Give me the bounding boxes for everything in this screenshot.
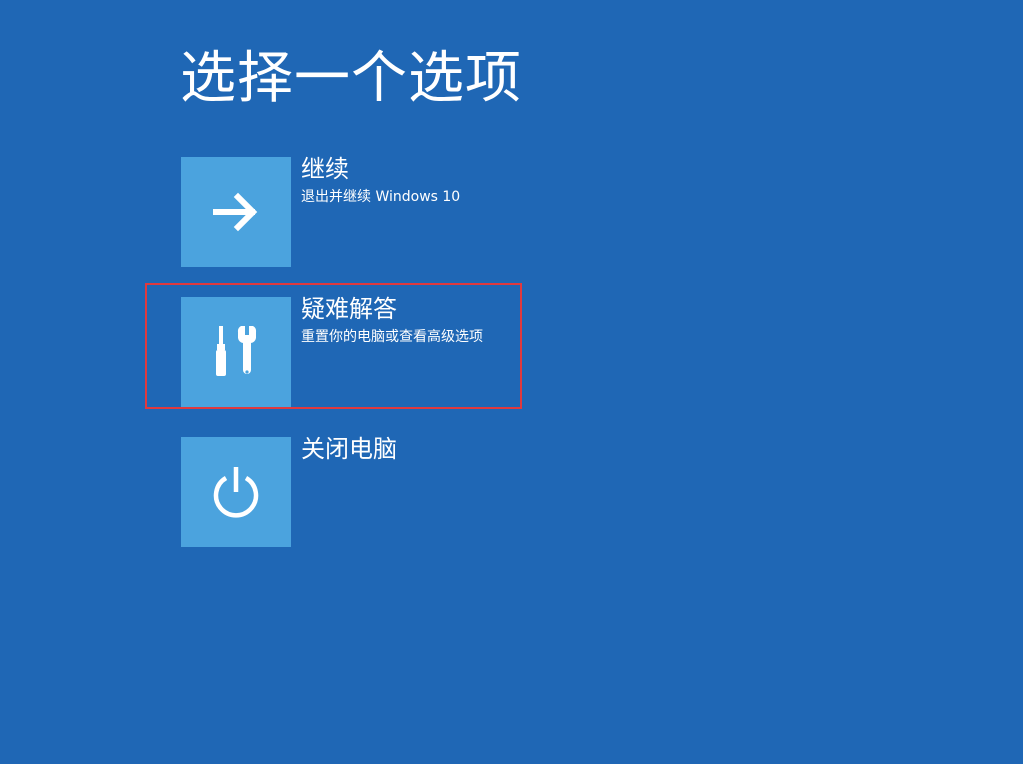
shutdown-label: 关闭电脑 bbox=[301, 435, 397, 463]
continue-description: 退出并继续 Windows 10 bbox=[301, 189, 461, 205]
troubleshoot-option[interactable]: 疑难解答 重置你的电脑或查看高级选项 bbox=[181, 295, 511, 407]
troubleshoot-tile[interactable] bbox=[181, 297, 291, 407]
power-icon bbox=[213, 467, 259, 518]
continue-tile[interactable] bbox=[181, 157, 291, 267]
continue-label: 继续 bbox=[301, 155, 349, 183]
shutdown-tile[interactable] bbox=[181, 437, 291, 547]
recovery-screen: 选择一个选项 继续 退出并继续 Windows 10 疑难解答 重置你的电脑或查… bbox=[0, 0, 1023, 764]
tools-icon bbox=[216, 326, 257, 376]
page-title: 选择一个选项 bbox=[180, 46, 522, 111]
continue-option[interactable]: 继续 退出并继续 Windows 10 bbox=[181, 155, 511, 267]
arrow-right-icon bbox=[213, 192, 258, 232]
troubleshoot-description: 重置你的电脑或查看高级选项 bbox=[301, 329, 483, 345]
troubleshoot-label: 疑难解答 bbox=[301, 295, 397, 323]
shutdown-option[interactable]: 关闭电脑 bbox=[181, 435, 511, 547]
